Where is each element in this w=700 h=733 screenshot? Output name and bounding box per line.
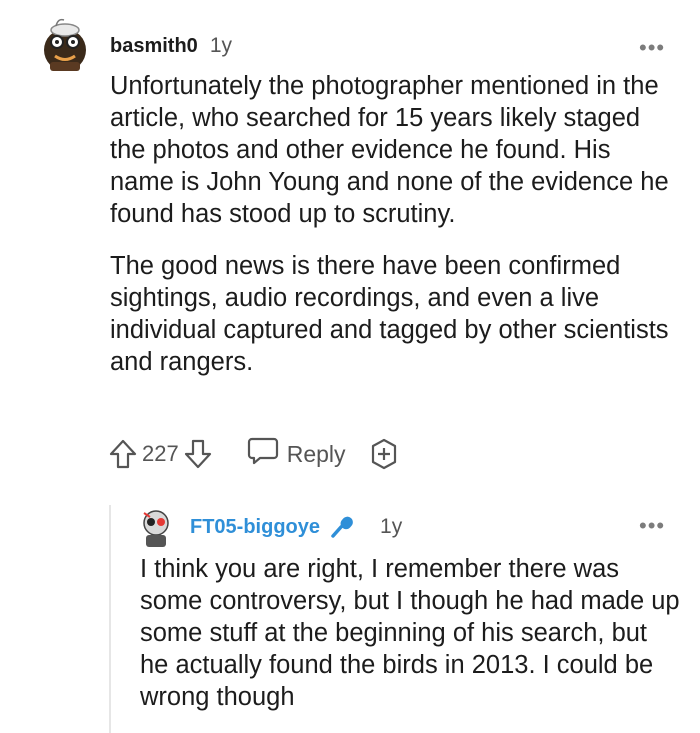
avatar[interactable] <box>38 16 92 74</box>
username[interactable]: FT05-biggoye <box>190 516 320 539</box>
score: 227 <box>142 441 179 466</box>
comment-paragraph: The good news is there have been confirm… <box>110 252 669 376</box>
microphone-icon <box>330 514 356 540</box>
more-icon[interactable]: ••• <box>639 35 665 61</box>
comment-actions: 227 Reply <box>108 436 400 472</box>
reply-body: I think you are right, I remember there … <box>140 553 680 713</box>
downvote-icon[interactable] <box>183 438 213 470</box>
reply-label: Reply <box>286 440 346 467</box>
comment-body: Unfortunately the photographer mentioned… <box>110 70 670 398</box>
upvote-icon[interactable] <box>108 438 138 470</box>
reply-age: 1y <box>380 515 403 538</box>
comment-meta: basmith0 1y <box>110 34 232 58</box>
thread-line[interactable] <box>109 505 111 733</box>
avatar[interactable] <box>138 507 174 549</box>
username[interactable]: basmith0 <box>110 35 198 58</box>
reply-button[interactable]: Reply <box>247 436 346 472</box>
comment-age: 1y <box>209 34 232 57</box>
award-icon[interactable] <box>368 438 400 470</box>
comment-paragraph: Unfortunately the photographer mentioned… <box>110 72 669 228</box>
reply-icon <box>247 436 279 472</box>
more-icon[interactable]: ••• <box>639 513 665 539</box>
reply-text: I think you are right, I remember there … <box>140 555 680 711</box>
reply-meta: FT05-biggoye 1y <box>190 514 402 540</box>
